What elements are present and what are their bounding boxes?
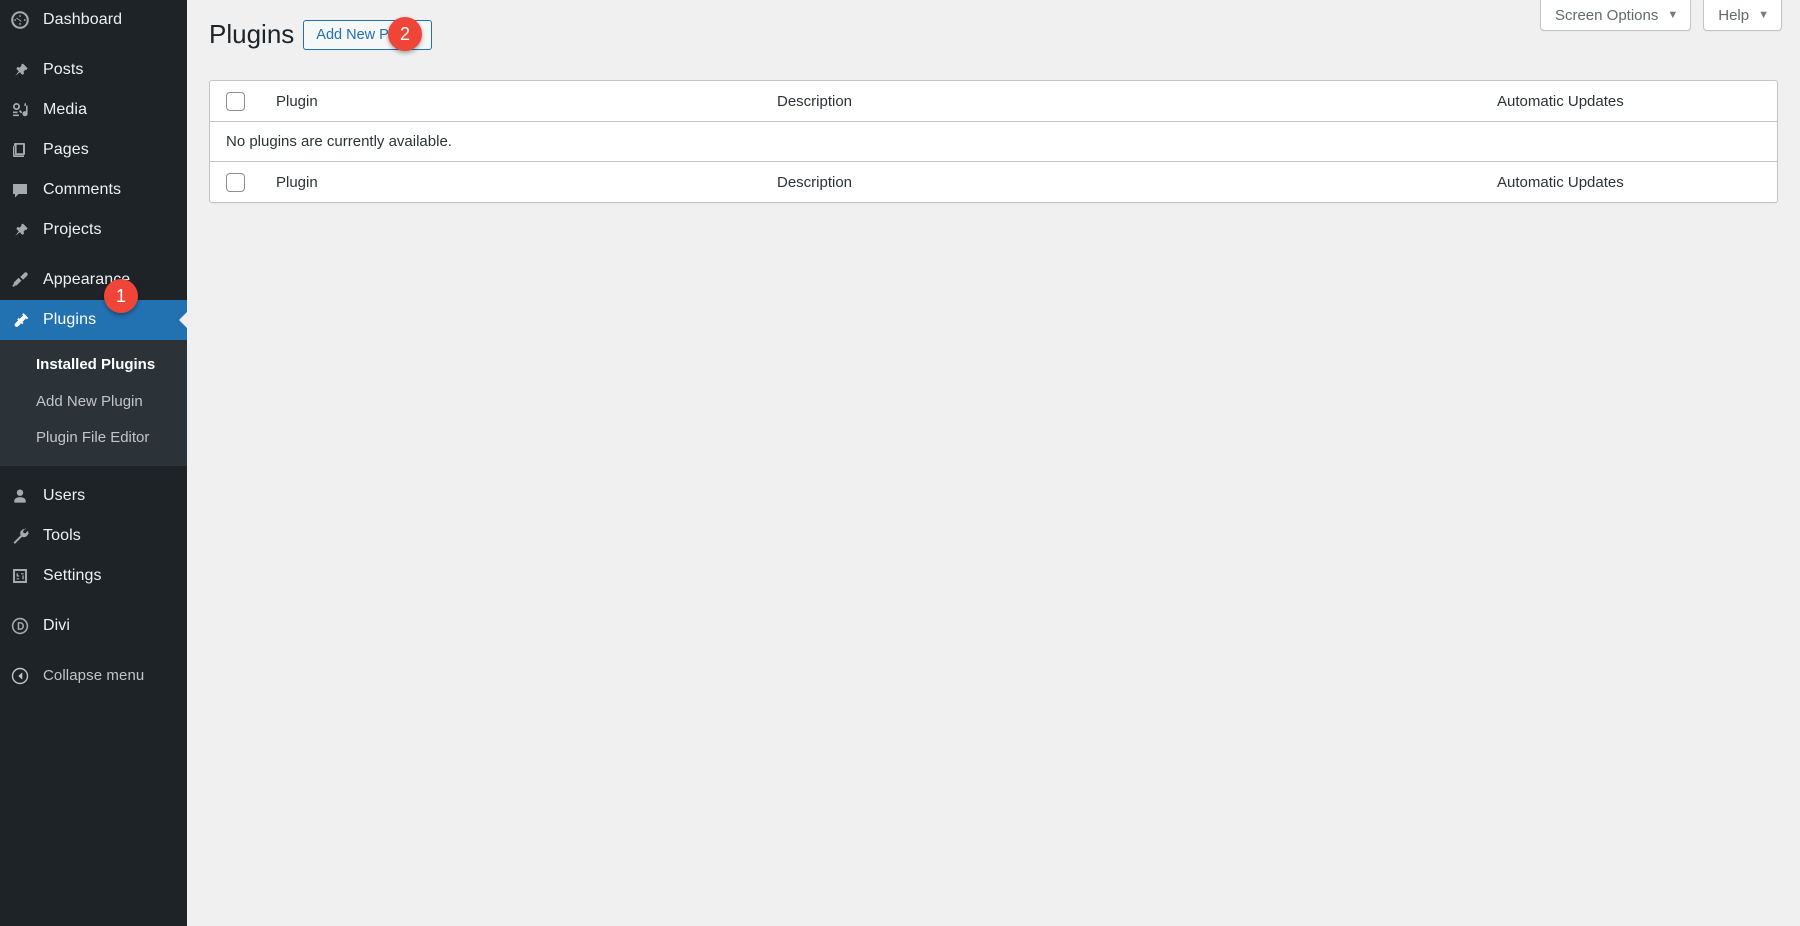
sidebar-item-tools[interactable]: Tools (0, 516, 187, 556)
sidebar-item-pages[interactable]: Pages (0, 130, 187, 170)
table-footer-row: Plugin Description Automatic Updates (210, 161, 1777, 202)
settings-icon (9, 565, 31, 587)
sidebar-item-label: Plugins (43, 312, 96, 328)
collapse-menu-button[interactable]: Collapse menu (0, 656, 187, 696)
sidebar-item-users[interactable]: Users (0, 476, 187, 516)
paintbrush-icon (9, 269, 31, 291)
column-footer-automatic-updates: Automatic Updates (1487, 161, 1777, 202)
sidebar-item-posts[interactable]: Posts (0, 50, 187, 90)
sidebar-item-label: Media (43, 102, 87, 118)
page-title: Plugins (209, 18, 303, 52)
sidebar-item-projects[interactable]: Projects (0, 210, 187, 250)
screen-options-button[interactable]: Screen Options ▼ (1540, 0, 1691, 31)
sidebar-item-label: Pages (43, 142, 89, 158)
media-icon (9, 99, 31, 121)
table-body: No plugins are currently available. (210, 122, 1777, 161)
chevron-down-icon: ▼ (1667, 10, 1678, 21)
submenu-item-add-new-plugin[interactable]: Add New Plugin (0, 384, 187, 421)
sidebar-item-appearance[interactable]: Appearance (0, 260, 187, 300)
main-content: Screen Options ▼ Help ▼ Plugins Add New … (187, 0, 1800, 926)
screen-options-label: Screen Options (1555, 7, 1658, 24)
sidebar-item-label: Projects (43, 222, 102, 238)
users-icon (9, 485, 31, 507)
plugins-icon (9, 309, 31, 331)
help-label: Help (1718, 7, 1749, 24)
help-button[interactable]: Help ▼ (1703, 0, 1782, 31)
sidebar-item-label: Divi (43, 618, 70, 634)
no-items-message: No plugins are currently available. (210, 122, 1777, 161)
wp-admin-screen: Dashboard Posts Media Pages Comments (0, 0, 1800, 926)
select-all-checkbox-footer[interactable] (226, 173, 245, 192)
table-row: No plugins are currently available. (210, 122, 1777, 161)
sidebar-item-label: Dashboard (43, 12, 122, 28)
column-footer-plugin: Plugin (266, 161, 767, 202)
collapse-menu-label: Collapse menu (43, 668, 144, 683)
sidebar-item-label: Tools (43, 528, 81, 544)
step-badge-2: 2 (388, 17, 422, 51)
column-footer-description: Description (767, 161, 1487, 202)
table-header-row: Plugin Description Automatic Updates (210, 81, 1777, 122)
sidebar-item-label: Users (43, 488, 85, 504)
pin-icon (9, 59, 31, 81)
select-all-header (210, 81, 266, 122)
select-all-checkbox[interactable] (226, 92, 245, 111)
plugins-table: Plugin Description Automatic Updates No … (209, 80, 1778, 203)
sidebar-item-label: Comments (43, 182, 121, 198)
divi-icon (9, 615, 31, 637)
pin-icon (9, 219, 31, 241)
sidebar-item-dashboard[interactable]: Dashboard (0, 0, 187, 40)
collapse-arrow-icon (9, 665, 31, 687)
sidebar-item-comments[interactable]: Comments (0, 170, 187, 210)
admin-sidebar: Dashboard Posts Media Pages Comments (0, 0, 187, 926)
dashboard-icon (9, 9, 31, 31)
sidebar-item-divi[interactable]: Divi (0, 606, 187, 646)
sidebar-item-settings[interactable]: Settings (0, 556, 187, 596)
sidebar-item-plugins[interactable]: Plugins (0, 300, 187, 340)
sidebar-item-media[interactable]: Media (0, 90, 187, 130)
column-header-plugin: Plugin (266, 81, 767, 122)
table-head: Plugin Description Automatic Updates (210, 81, 1777, 122)
column-header-description: Description (767, 81, 1487, 122)
pages-icon (9, 139, 31, 161)
tools-icon (9, 525, 31, 547)
plugins-submenu: Installed Plugins Add New Plugin Plugin … (0, 340, 187, 466)
sidebar-item-label: Settings (43, 568, 102, 584)
column-header-automatic-updates: Automatic Updates (1487, 81, 1777, 122)
submenu-item-plugin-file-editor[interactable]: Plugin File Editor (0, 420, 187, 457)
comments-icon (9, 179, 31, 201)
submenu-item-installed-plugins[interactable]: Installed Plugins (0, 347, 187, 384)
table-foot: Plugin Description Automatic Updates (210, 161, 1777, 202)
select-all-footer-header (210, 161, 266, 202)
chevron-down-icon: ▼ (1758, 10, 1769, 21)
screen-meta-links: Screen Options ▼ Help ▼ (1540, 0, 1782, 31)
sidebar-item-label: Posts (43, 62, 84, 78)
step-badge-1: 1 (104, 279, 138, 313)
plugins-table-wrap: Plugin Description Automatic Updates No … (187, 52, 1800, 203)
